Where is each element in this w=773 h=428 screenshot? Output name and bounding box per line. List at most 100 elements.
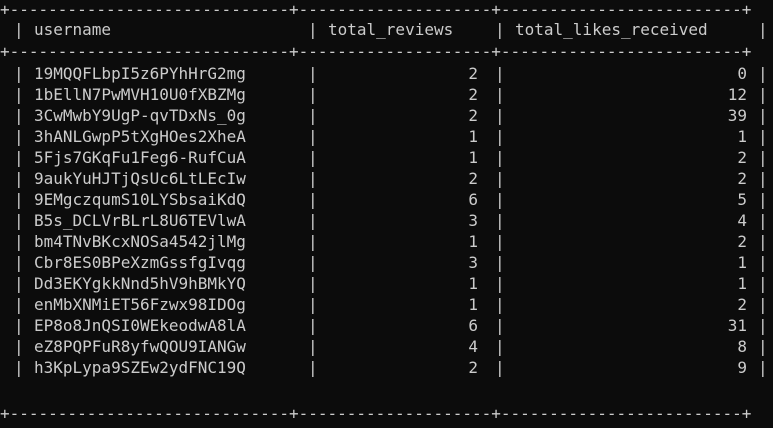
cell-total-reviews: 2 [468, 106, 478, 125]
table-border-bottom: +-----------------------------+---------… [0, 404, 752, 423]
separator: | [308, 316, 318, 335]
cell-username: 9aukYuHJTjQsUc6LtLEcIw [34, 169, 246, 188]
table-row: | enMbXNMiET56Fzwx98IDOg | 1 | 2 | [0, 295, 773, 315]
separator: | [14, 316, 24, 335]
cell-total-likes-received: 1 [737, 127, 747, 146]
table-row: | EP8o8JnQSI0WEkeodwA8lA | 6 | 31 | [0, 316, 773, 336]
cell-username: eZ8PQPFuR8yfwQOU9IANGw [34, 337, 246, 356]
cell-total-likes-received: 9 [737, 358, 747, 377]
table-border-header: +-----------------------------+---------… [0, 42, 752, 61]
separator: | [758, 337, 768, 356]
separator: | [495, 232, 505, 251]
separator: | [495, 20, 505, 39]
cell-total-likes-received: 12 [727, 85, 747, 104]
separator: | [14, 337, 24, 356]
separator: | [14, 295, 24, 314]
header-username: username [34, 20, 112, 39]
cell-username: 3CwMwbY9UgP-qvTDxNs_0g [34, 106, 246, 125]
separator: | [758, 169, 768, 188]
separator: | [14, 148, 24, 167]
separator: | [758, 316, 768, 335]
table-row: | B5s_DCLVrBLrL8U6TEVlwA | 3 | 4 | [0, 211, 773, 231]
table-row: | 3CwMwbY9UgP-qvTDxNs_0g | 2 | 39 | [0, 106, 773, 126]
separator: | [308, 64, 318, 83]
separator: | [758, 148, 768, 167]
separator: | [758, 253, 768, 272]
table-row: | 9aukYuHJTjQsUc6LtLEcIw | 2 | 2 | [0, 169, 773, 189]
table-row: | 19MQQFLbpI5z6PYhHrG2mg | 2 | 0 | [0, 64, 773, 84]
separator: | [495, 85, 505, 104]
cell-total-reviews: 3 [468, 211, 478, 230]
cell-username: 5Fjs7GKqFu1Feg6-RufCuA [34, 148, 246, 167]
separator: | [758, 211, 768, 230]
separator: | [14, 85, 24, 104]
table-row: | bm4TNvBKcxNOSa4542jlMg | 1 | 2 | [0, 232, 773, 252]
cell-username: h3KpLypa9SZEw2ydFNC19Q [34, 358, 246, 377]
separator: | [495, 190, 505, 209]
separator: | [758, 190, 768, 209]
table-row: | 3hANLGwpP5tXgHOes2XheA | 1 | 1 | [0, 127, 773, 147]
separator: | [308, 358, 318, 377]
cell-username: bm4TNvBKcxNOSa4542jlMg [34, 232, 246, 251]
separator: | [14, 127, 24, 146]
cell-total-likes-received: 8 [737, 337, 747, 356]
separator: | [308, 148, 318, 167]
cell-total-reviews: 2 [468, 169, 478, 188]
cell-total-likes-received: 4 [737, 211, 747, 230]
terminal-window: +-----------------------------+---------… [0, 0, 773, 428]
cell-total-likes-received: 5 [737, 190, 747, 209]
separator: | [758, 127, 768, 146]
cell-total-reviews: 1 [468, 148, 478, 167]
separator: | [495, 169, 505, 188]
table-row: | 9EMgczqumS10LYSbsaiKdQ | 6 | 5 | [0, 190, 773, 210]
table-row: | eZ8PQPFuR8yfwQOU9IANGw | 4 | 8 | [0, 337, 773, 357]
cell-username: 3hANLGwpP5tXgHOes2XheA [34, 127, 246, 146]
separator: | [495, 295, 505, 314]
cell-total-reviews: 2 [468, 85, 478, 104]
separator: | [14, 211, 24, 230]
separator: | [758, 232, 768, 251]
separator: | [308, 85, 318, 104]
cell-username: 19MQQFLbpI5z6PYhHrG2mg [34, 64, 246, 83]
cell-total-likes-received: 39 [727, 106, 747, 125]
cell-total-likes-received: 1 [737, 253, 747, 272]
separator: | [495, 64, 505, 83]
separator: | [308, 211, 318, 230]
cell-total-likes-received: 1 [737, 274, 747, 293]
cell-total-likes-received: 31 [727, 316, 747, 335]
cell-total-likes-received: 2 [737, 232, 747, 251]
separator: | [14, 169, 24, 188]
header-total-likes-received: total_likes_received [515, 20, 708, 39]
table-row: | Dd3EKYgkkNnd5hV9hBMkYQ | 1 | 1 | [0, 274, 773, 294]
cell-total-reviews: 1 [468, 232, 478, 251]
separator: | [308, 190, 318, 209]
separator: | [495, 358, 505, 377]
cell-total-likes-received: 0 [737, 64, 747, 83]
cell-username: 1bEllN7PwMVH10U0fXBZMg [34, 85, 246, 104]
cell-total-reviews: 1 [468, 295, 478, 314]
separator: | [758, 106, 768, 125]
cell-total-reviews: 4 [468, 337, 478, 356]
table-row: | Cbr8ES0BPeXzmGssfgIvqg | 3 | 1 | [0, 253, 773, 273]
separator: | [758, 274, 768, 293]
cell-username: EP8o8JnQSI0WEkeodwA8lA [34, 316, 246, 335]
cell-username: Dd3EKYgkkNnd5hV9hBMkYQ [34, 274, 246, 293]
cell-total-reviews: 1 [468, 274, 478, 293]
separator: | [495, 274, 505, 293]
cell-username: enMbXNMiET56Fzwx98IDOg [34, 295, 246, 314]
separator: | [758, 20, 768, 39]
separator: | [308, 295, 318, 314]
separator: | [308, 274, 318, 293]
separator: | [14, 64, 24, 83]
separator: | [495, 253, 505, 272]
cell-total-likes-received: 2 [737, 295, 747, 314]
table-row: | 1bEllN7PwMVH10U0fXBZMg | 2 | 12 | [0, 85, 773, 105]
separator: | [308, 253, 318, 272]
separator: | [308, 127, 318, 146]
separator: | [308, 20, 318, 39]
separator: | [495, 337, 505, 356]
separator: | [308, 337, 318, 356]
separator: | [495, 106, 505, 125]
separator: | [495, 211, 505, 230]
cell-total-reviews: 2 [468, 358, 478, 377]
